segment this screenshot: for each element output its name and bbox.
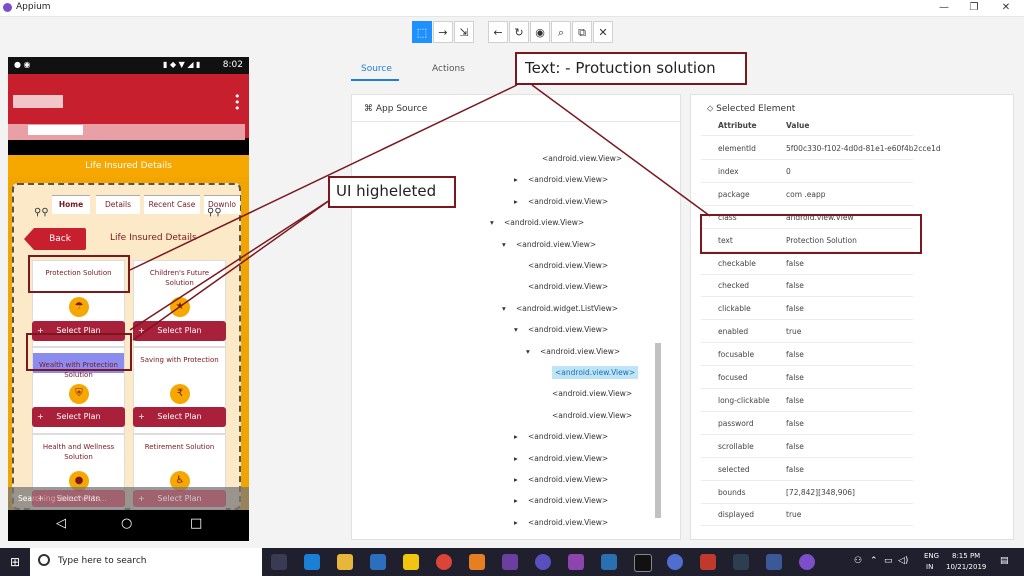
system-tray: ⚇ ⌃ ▭ ◁) ENG IN 8:15 PM 10/21/2019 ▤	[848, 548, 1024, 576]
people-icon[interactable]: ⚇	[854, 556, 862, 566]
app-icon[interactable]	[700, 554, 716, 570]
terminal-icon[interactable]	[634, 554, 652, 572]
edge-icon[interactable]	[304, 554, 320, 570]
windows-taskbar: ⊞ Type here to search ⚇ ⌃ ▭ ◁) ENG IN 8:…	[0, 548, 1024, 576]
taskbar-search-box[interactable]: Type here to search	[30, 548, 262, 576]
taskbar-search-placeholder: Type here to search	[58, 556, 147, 566]
network-icon[interactable]: ▭	[884, 556, 893, 566]
region-indicator[interactable]: IN	[926, 563, 933, 571]
chrome-icon[interactable]	[436, 554, 452, 570]
app-icon[interactable]	[766, 554, 782, 570]
app-icon[interactable]	[535, 554, 551, 570]
app-icon[interactable]	[733, 554, 749, 570]
annotation-lines	[129, 84, 711, 341]
highlight-box-protection-title	[28, 255, 130, 293]
app-icon[interactable]	[502, 554, 518, 570]
search-icon	[38, 554, 50, 566]
clock-time[interactable]: 8:15 PM	[952, 552, 980, 560]
appium-taskbar-icon[interactable]	[799, 554, 815, 570]
app-icon[interactable]	[568, 554, 584, 570]
highlight-box-inspector-overlay	[26, 333, 132, 371]
ui-highlight-callout: UI higheleted	[328, 176, 456, 208]
file-explorer-icon[interactable]	[337, 554, 353, 570]
app-icon[interactable]	[667, 554, 683, 570]
language-indicator[interactable]: ENG	[924, 552, 939, 560]
notifications-icon[interactable]: ▤	[1000, 556, 1009, 566]
store-icon[interactable]	[370, 554, 386, 570]
chevron-up-icon[interactable]: ⌃	[870, 556, 878, 566]
volume-icon[interactable]: ◁)	[898, 556, 908, 566]
highlight-box-text-attribute	[700, 214, 922, 254]
task-view-icon[interactable]	[271, 554, 287, 570]
sticky-notes-icon[interactable]	[403, 554, 419, 570]
app-icon[interactable]	[469, 554, 485, 570]
clock-date[interactable]: 10/21/2019	[946, 563, 986, 571]
app-icon[interactable]	[601, 554, 617, 570]
text-callout: Text: - Protuction solution	[515, 52, 747, 85]
start-button-icon[interactable]: ⊞	[0, 548, 30, 576]
